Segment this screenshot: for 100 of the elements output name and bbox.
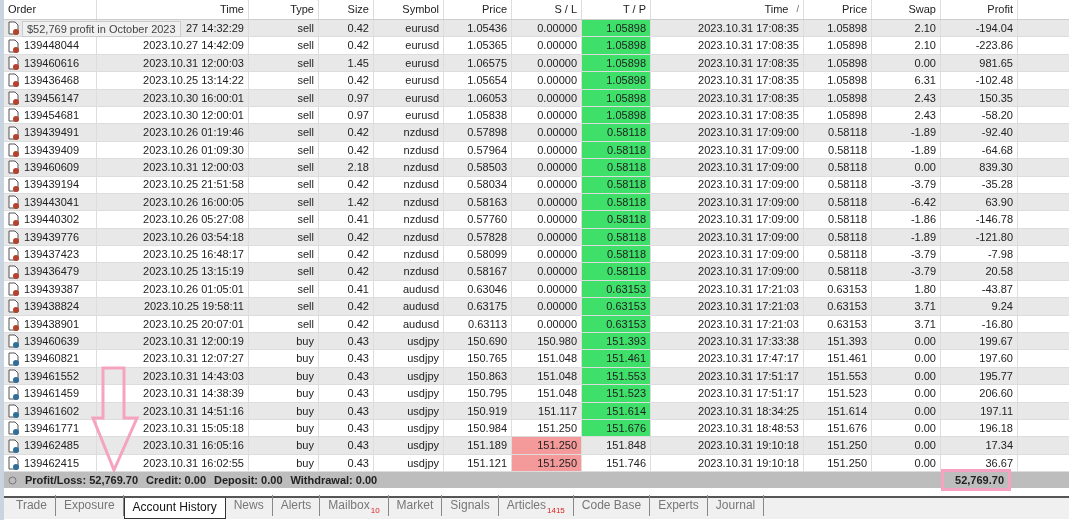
order-cell-text: 139438901 (24, 316, 80, 332)
column-header[interactable]: Size (319, 0, 374, 19)
tab[interactable]: Signals (442, 495, 499, 517)
price-cell: 0.57760 (444, 211, 512, 228)
close-time-cell: 2023.10.31 17:08:35 (651, 54, 804, 72)
close-time-cell: 2023.10.31 19:10:18 (651, 437, 804, 454)
size-cell: 0.42 (319, 298, 374, 315)
type-cell: sell (249, 298, 319, 315)
status-icon (8, 475, 17, 485)
column-header[interactable]: Order (4, 0, 97, 19)
profit-cell: 150.35 (941, 89, 1018, 106)
profit-cell: 839.30 (941, 159, 1018, 176)
time-cell: 2023.10.31 14:43:03 (97, 367, 249, 385)
tooltip: $52,769 profit in October 2023 (22, 21, 181, 37)
swap-cell: 2.43 (872, 89, 941, 106)
tab[interactable]: Market (388, 495, 443, 517)
column-header[interactable]: Swap (872, 0, 941, 19)
symbol-cell: usdjpy (374, 437, 444, 454)
swap-cell: -1.89 (872, 124, 941, 141)
column-header[interactable]: Price (444, 0, 512, 19)
tab[interactable]: News (225, 495, 273, 517)
swap-cell: 0.00 (872, 367, 941, 385)
column-header[interactable]: Price (804, 0, 872, 19)
column-header[interactable]: T / P (582, 0, 651, 19)
swap-cell: -1.89 (872, 228, 941, 246)
close-time-cell: 2023.10.31 18:48:53 (651, 420, 804, 437)
swap-cell: 0.00 (872, 385, 941, 402)
order-icon (8, 438, 20, 453)
swap-cell: -6.42 (872, 193, 941, 211)
time-cell: 2023.10.25 13:15:19 (97, 263, 249, 280)
swap-cell: 3.71 (872, 315, 941, 333)
tab[interactable]: Trade (8, 495, 56, 517)
swap-cell: -3.79 (872, 263, 941, 280)
type-cell: buy (249, 454, 319, 472)
price-cell: 1.06575 (444, 54, 512, 72)
type-cell: buy (249, 333, 319, 350)
symbol-cell: eurusd (374, 89, 444, 106)
time-cell: 2023.10.31 12:00:19 (97, 333, 249, 350)
close-time-cell: 2023.10.31 17:09:00 (651, 211, 804, 228)
price-cell: 0.58167 (444, 263, 512, 280)
take-profit-cell: 0.58118 (582, 211, 651, 228)
close-price-cell: 0.58118 (804, 246, 872, 263)
size-cell: 0.42 (319, 315, 374, 333)
take-profit-cell: 1.05898 (582, 72, 651, 89)
order-cell-text: 139460639 (24, 334, 80, 349)
swap-cell: 0.00 (872, 333, 941, 350)
swap-cell: 2.43 (872, 106, 941, 124)
column-header[interactable]: Type (249, 0, 319, 19)
swap-cell: -3.79 (872, 246, 941, 263)
time-cell: 2023.10.26 01:05:01 (97, 280, 249, 298)
order-cell-text: 139456147 (24, 90, 80, 106)
symbol-cell: audusd (374, 280, 444, 298)
type-cell: sell (249, 211, 319, 228)
order-cell-text: 139448044 (24, 38, 80, 54)
price-cell: 0.58503 (444, 159, 512, 176)
type-cell: sell (249, 159, 319, 176)
swap-cell: 0.00 (872, 454, 941, 472)
order-cell-text: 139461459 (24, 386, 80, 402)
swap-cell: 0.00 (872, 437, 941, 454)
tab[interactable]: Exposure (55, 495, 124, 517)
price-cell: 0.58099 (444, 246, 512, 263)
column-header[interactable]: S / L (512, 0, 582, 19)
swap-cell: 2.10 (872, 20, 941, 37)
close-price-cell: 0.58118 (804, 228, 872, 246)
close-time-cell: 2023.10.31 17:08:35 (651, 72, 804, 89)
price-cell: 1.05365 (444, 37, 512, 54)
size-cell: 0.43 (319, 437, 374, 454)
profit-cell: 981.65 (941, 54, 1018, 72)
column-header[interactable]: Profit (941, 0, 1018, 19)
price-cell: 0.63113 (444, 315, 512, 333)
column-header[interactable]: Symbol (374, 0, 444, 19)
tab[interactable]: Alerts (272, 495, 321, 517)
profit-cell: -64.68 (941, 141, 1018, 159)
size-cell: 1.45 (319, 54, 374, 72)
time-cell: 2023.10.31 16:02:55 (97, 454, 249, 472)
profit-cell: 196.18 (941, 420, 1018, 437)
time-cell: 2023.10.26 01:19:46 (97, 124, 249, 141)
size-cell: 1.42 (319, 193, 374, 211)
time-cell: 2023.10.31 12:07:27 (97, 350, 249, 367)
symbol-cell: eurusd (374, 20, 444, 37)
column-header[interactable]: Time / (651, 0, 804, 19)
order-cell-text: 139460616 (24, 55, 80, 71)
type-cell: sell (249, 89, 319, 106)
close-price-cell: 151.250 (804, 454, 872, 472)
size-cell: 0.43 (319, 385, 374, 402)
profit-cell: 9.24 (941, 298, 1018, 315)
profit-cell: -43.87 (941, 280, 1018, 298)
take-profit-cell: 151.461 (582, 350, 651, 367)
profit-cell: -146.78 (941, 211, 1018, 228)
size-cell: 0.41 (319, 211, 374, 228)
size-cell: 0.41 (319, 280, 374, 298)
tab[interactable]: Experts (650, 495, 708, 517)
profit-cell: -7.98 (941, 246, 1018, 263)
type-cell: sell (249, 141, 319, 159)
tab[interactable]: Code Base (573, 495, 651, 517)
column-header[interactable]: Time (97, 0, 249, 19)
price-cell: 0.58163 (444, 193, 512, 211)
tab[interactable]: Account History (123, 498, 226, 520)
size-cell: 0.43 (319, 420, 374, 437)
tab[interactable]: Journal (707, 495, 765, 517)
